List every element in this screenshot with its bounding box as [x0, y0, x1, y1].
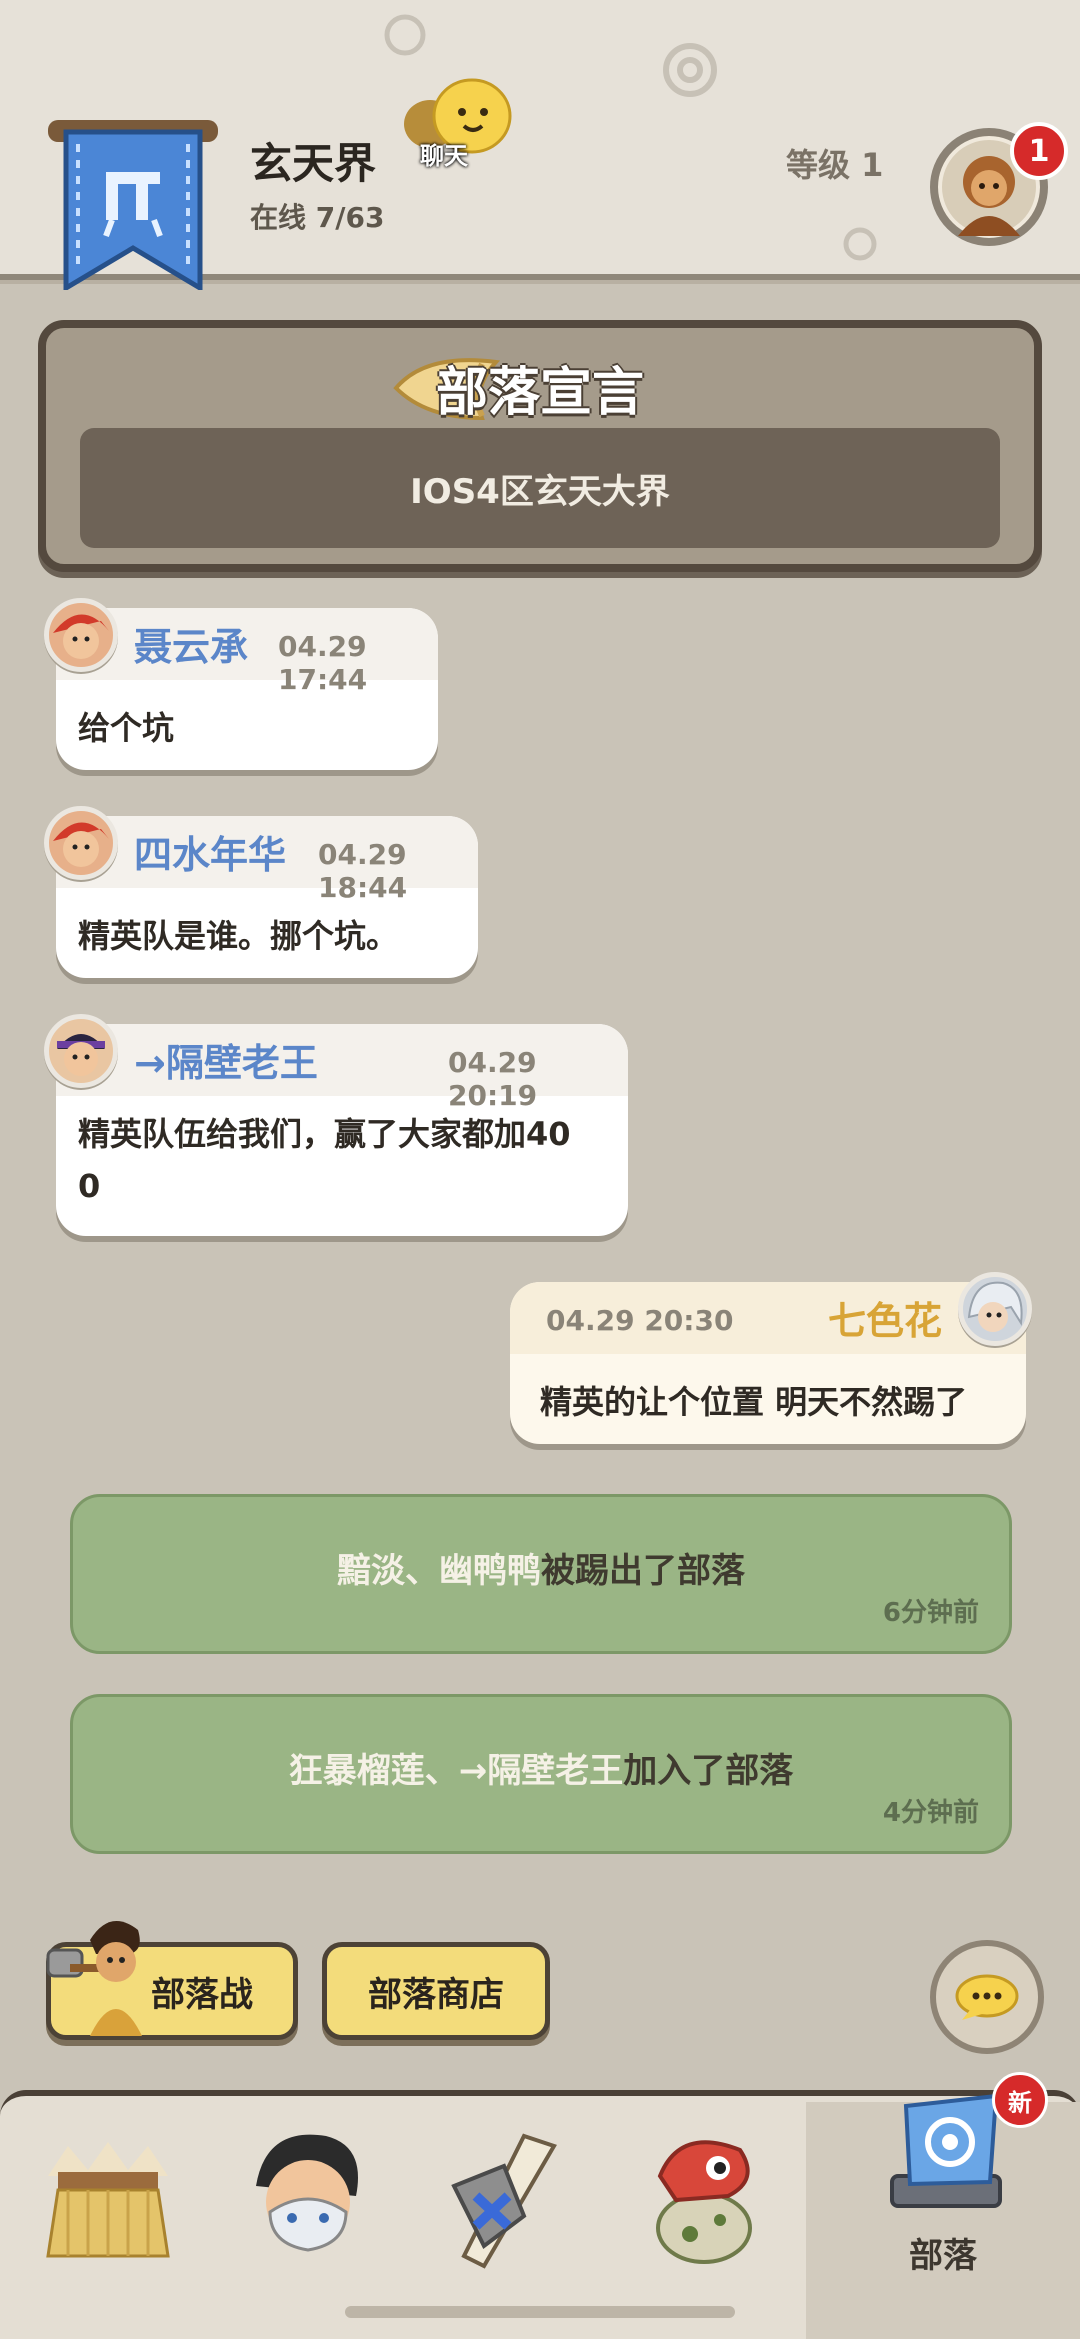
- notice-time: 6分钟前: [882, 1598, 979, 1628]
- whitehair-avatar-icon: [967, 1281, 1023, 1332]
- tribe-declaration-panel: 部落宣言 IOS4区玄天大界: [38, 320, 1042, 572]
- system-notice-text: 狂暴榴莲、→隔壁老王加入了部落: [73, 1743, 1009, 1792]
- message-time: 04.29 18:44: [318, 838, 408, 904]
- chat-message[interactable]: →隔壁老王 04.29 20:19 精英队伍给我们，赢了大家都加40 0: [56, 1024, 628, 1236]
- system-notice: 黯淡、幽鸭鸭被踢出了部落 6分钟前: [70, 1494, 1012, 1654]
- nav-tab-character-icon[interactable]: [226, 2116, 386, 2276]
- bottom-nav: 部落: [0, 2090, 1080, 2339]
- message-text: 精英队伍给我们，赢了大家都加40 0: [56, 1096, 628, 1234]
- new-badge: 新: [992, 2072, 1048, 2128]
- swirl-decoration: [843, 227, 877, 261]
- nav-tab-tribe-label[interactable]: 部落: [806, 2228, 1080, 2277]
- tribe-banner-icon[interactable]: [48, 120, 218, 290]
- notice-time: 4分钟前: [882, 1798, 979, 1828]
- message-sender[interactable]: 七色花: [828, 1290, 942, 1345]
- chat-label: 聊天: [420, 142, 468, 170]
- tribe-war-label: 部落战: [151, 1974, 253, 2015]
- nav-tab-weapon-icon[interactable]: [424, 2116, 584, 2276]
- system-notice: 狂暴榴莲、→隔壁老王加入了部落 4分钟前: [70, 1694, 1012, 1854]
- message-text-line: 0: [78, 1167, 101, 1205]
- nav-tab-pet-icon[interactable]: [620, 2116, 780, 2276]
- system-notice-text: 黯淡、幽鸭鸭被踢出了部落: [73, 1543, 1009, 1592]
- message-sender[interactable]: 四水年华: [134, 824, 286, 879]
- nav-tab-hero-icon[interactable]: [28, 2116, 188, 2276]
- message-sender[interactable]: 聂云承: [134, 616, 248, 671]
- sender-avatar[interactable]: [44, 598, 118, 672]
- chat-bubble-icon: [955, 1974, 1019, 2020]
- warrior-icon: [46, 1921, 142, 2036]
- notification-badge: 1: [1010, 122, 1068, 180]
- message-time: 04.29 17:44: [278, 630, 368, 696]
- notice-action: 加入了部落: [623, 1751, 794, 1791]
- message-text-line: 精英队伍给我们，赢了大家都加40: [78, 1115, 571, 1153]
- tribe-shop-button[interactable]: 部落商店: [322, 1942, 550, 2040]
- tribe-shop-label: 部落商店: [368, 1974, 504, 2015]
- tribe-level: 等级 1: [786, 146, 884, 184]
- sender-avatar[interactable]: [44, 1014, 118, 1088]
- redhair-avatar-icon: [53, 614, 109, 659]
- open-chat-button[interactable]: [930, 1940, 1044, 2054]
- declaration-text: IOS4区玄天大界: [80, 428, 1000, 548]
- notice-player-names[interactable]: 黯淡、幽鸭鸭: [337, 1551, 541, 1591]
- tribe-name: 玄天界: [250, 139, 377, 188]
- message-time: 04.29 20:19: [448, 1046, 538, 1112]
- swirl-decoration: [663, 43, 717, 97]
- home-indicator[interactable]: [345, 2306, 735, 2318]
- declaration-title: 部落宣言: [435, 363, 644, 423]
- sender-avatar[interactable]: [44, 806, 118, 880]
- notice-player-names[interactable]: 狂暴榴莲、→隔壁老王: [289, 1751, 624, 1791]
- notice-action: 被踢出了部落: [541, 1551, 745, 1591]
- message-sender[interactable]: →隔壁老王: [134, 1032, 318, 1087]
- message-text: 精英的让个位置 明天不然踢了: [540, 1383, 968, 1421]
- message-time: 04.29 20:30: [546, 1304, 734, 1337]
- swirl-decoration: [384, 14, 426, 56]
- headband-avatar-icon: [57, 1034, 105, 1076]
- redhair-avatar-icon: [53, 822, 109, 867]
- own-avatar[interactable]: [958, 1272, 1032, 1346]
- own-chat-message[interactable]: 04.29 20:30 七色花 精英的让个位置 明天不然踢了: [510, 1282, 1026, 1444]
- online-count: 在线 7/63: [250, 201, 385, 234]
- chat-message[interactable]: 四水年华 04.29 18:44 精英队是谁。挪个坑。: [56, 816, 478, 978]
